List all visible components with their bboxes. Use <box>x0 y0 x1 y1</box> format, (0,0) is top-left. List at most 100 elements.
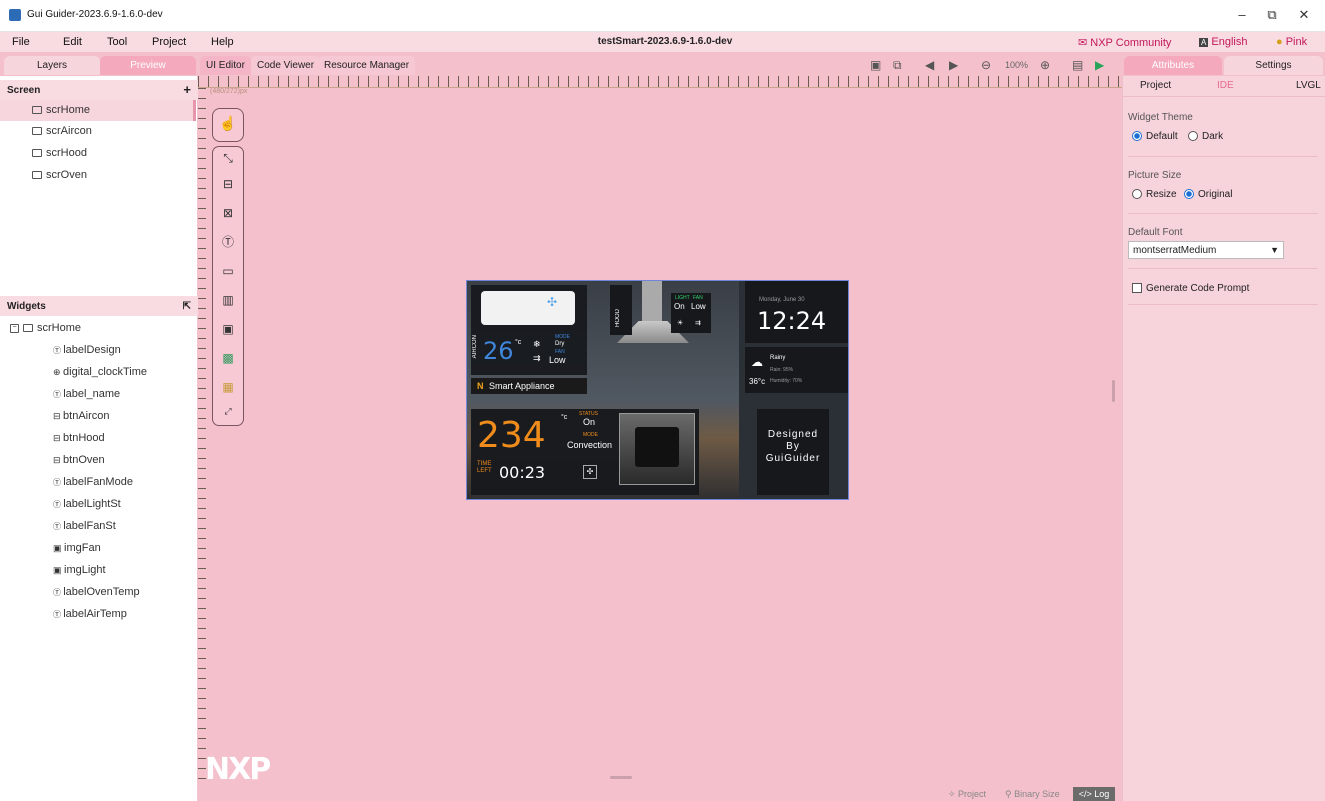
weather-panel <box>745 347 848 393</box>
brand-name: Smart Appliance <box>489 381 555 391</box>
screen-item-scrHome[interactable]: scrHome <box>0 100 196 121</box>
zoom-out-icon[interactable]: ⊖ <box>981 58 991 72</box>
subtab-project[interactable]: Project <box>1140 80 1171 91</box>
time-left: 00:23 <box>499 463 546 482</box>
screen-section-header: Screen + <box>0 80 198 100</box>
widget-item[interactable]: Ⓣ labelOvenTemp <box>53 582 140 603</box>
time-left-label: TIME LEFT <box>477 461 492 474</box>
binary-size-status[interactable]: ⚲ Binary Size <box>1005 789 1060 800</box>
widget-item[interactable]: ▣ imgFan <box>53 538 101 559</box>
widget-item[interactable]: ⊟ btnHood <box>53 428 105 449</box>
mode-title: MODE <box>583 432 598 438</box>
zoom-level: 100% <box>1005 60 1029 70</box>
label-widget-icon[interactable]: Ⓣ <box>219 233 237 251</box>
qrcode-widget-icon[interactable]: ▦ <box>219 378 237 396</box>
divider <box>1128 304 1318 305</box>
screen-item-scrAircon[interactable]: scrAircon <box>32 121 92 142</box>
size-original-radio[interactable]: Original <box>1184 189 1232 200</box>
run-icon[interactable]: ▶ <box>1095 58 1104 72</box>
close-icon[interactable]: ✕ <box>1294 7 1314 23</box>
tab-code-viewer[interactable]: Code Viewer <box>251 56 321 75</box>
minimize-icon[interactable]: – <box>1232 7 1252 22</box>
window-title: Gui Guider-2023.6.9-1.6.0-dev <box>27 9 163 20</box>
pointer-icon[interactable]: ☝ <box>219 114 237 132</box>
widget-theme-label: Widget Theme <box>1128 112 1193 123</box>
theme-dark-radio[interactable]: Dark <box>1188 131 1223 142</box>
widget-item[interactable]: ▣ imgLight <box>53 560 106 581</box>
device-screen[interactable]: ✣ AIRCON 26 °c ❄ MODE Dry ⇉ FAN Low HOOD… <box>466 280 849 500</box>
arc-widget-icon[interactable]: ▩ <box>219 349 237 367</box>
button-widget-icon[interactable]: ⊟ <box>219 175 237 193</box>
fan-icon: ✣ <box>547 295 558 309</box>
collapse-palette-icon[interactable]: ⤡ <box>219 149 237 167</box>
theme-button[interactable]: ● Pink <box>1276 36 1307 48</box>
widget-root-scrHome[interactable]: − scrHome <box>10 318 81 339</box>
widget-item[interactable]: Ⓣ labelFanSt <box>53 516 116 537</box>
widget-item[interactable]: Ⓣ labelFanMode <box>53 472 133 493</box>
default-font-select[interactable]: montserratMedium ▼ <box>1128 241 1284 259</box>
send-back-icon[interactable]: ⧉ <box>893 58 902 73</box>
widget-item[interactable]: Ⓣ label_name <box>53 384 120 405</box>
fan-title: FAN <box>693 295 703 301</box>
tab-preview[interactable]: Preview <box>100 56 196 75</box>
restore-icon[interactable]: ⧉ <box>1262 7 1282 23</box>
bring-front-icon[interactable]: ▣ <box>870 58 881 72</box>
fan-small-icon: ⇉ <box>695 320 701 327</box>
screen-icon <box>23 324 33 333</box>
menu-edit[interactable]: Edit <box>63 36 82 48</box>
widget-item[interactable]: ⊟ btnOven <box>53 450 105 471</box>
add-screen-button[interactable]: + <box>183 83 191 96</box>
zoom-in-icon[interactable]: ⊕ <box>1040 58 1050 72</box>
menu-project[interactable]: Project <box>152 36 186 48</box>
project-status[interactable]: ✧ Project <box>948 789 986 800</box>
widget-item[interactable]: ⊕ digital_clockTime <box>53 362 147 383</box>
tab-attributes[interactable]: Attributes <box>1124 56 1222 75</box>
nxp-mini-logo: N <box>477 381 484 391</box>
tab-settings[interactable]: Settings <box>1224 56 1323 75</box>
subtab-ide[interactable]: IDE <box>1217 80 1234 91</box>
menu-help[interactable]: Help <box>211 36 234 48</box>
widget-item[interactable]: Ⓣ labelAirTemp <box>53 604 127 625</box>
redo-icon[interactable]: ▶ <box>949 58 958 72</box>
undo-icon[interactable]: ◀ <box>925 58 934 72</box>
cloud-rain-icon: ☁ <box>751 355 763 369</box>
screen-item-scrOven[interactable]: scrOven <box>32 165 87 186</box>
tab-resource-manager[interactable]: Resource Manager <box>318 56 416 75</box>
hood-button[interactable] <box>610 285 632 335</box>
popout-icon[interactable]: ⇱ <box>183 301 191 312</box>
expand-palette-icon[interactable]: ⤢ <box>219 402 237 420</box>
bottom-resize-handle[interactable] <box>610 776 632 779</box>
label-icon: Ⓣ <box>53 500 64 509</box>
widget-item[interactable]: Ⓣ labelDesign <box>53 340 121 361</box>
image-button-widget-icon[interactable]: ⊠ <box>219 204 237 222</box>
divider <box>1128 213 1318 214</box>
size-resize-radio[interactable]: Resize <box>1132 189 1177 200</box>
language-button[interactable]: A English <box>1199 36 1247 48</box>
log-button[interactable]: </> Log <box>1073 787 1115 801</box>
tab-layers[interactable]: Layers <box>4 56 100 75</box>
community-link[interactable]: ✉ NXP Community <box>1078 36 1171 49</box>
theme-default-radio[interactable]: Default <box>1132 131 1178 142</box>
oven-mode: Convection <box>567 440 613 450</box>
container-widget-icon[interactable]: ▭ <box>219 262 237 280</box>
tab-ui-editor[interactable]: UI Editor <box>200 56 251 75</box>
widget-item[interactable]: Ⓣ labelLightSt <box>53 494 121 515</box>
menu-file[interactable]: File <box>12 36 30 48</box>
generate-prompt-checkbox[interactable]: Generate Code Prompt <box>1132 283 1249 294</box>
guider-line: GuiGuider <box>765 453 821 464</box>
radio-selected-icon <box>1132 131 1142 142</box>
properties-panel <box>1122 76 1325 801</box>
subtab-lvgl[interactable]: LVGL <box>1296 80 1321 91</box>
collapse-icon[interactable]: − <box>10 323 19 333</box>
wind-icon: ⇉ <box>533 353 541 363</box>
humidity-label: Humidity: 70% <box>770 378 803 384</box>
image-widget-icon[interactable]: ▣ <box>219 320 237 338</box>
menu-tool[interactable]: Tool <box>107 36 127 48</box>
divider <box>1128 156 1318 157</box>
widget-item[interactable]: ⊟ btnAircon <box>53 406 110 427</box>
chart-widget-icon[interactable]: ▥ <box>219 291 237 309</box>
export-icon[interactable]: ▤ <box>1072 58 1083 72</box>
screen-item-scrHood[interactable]: scrHood <box>32 143 87 164</box>
label-icon: Ⓣ <box>53 610 64 619</box>
panel-resize-handle[interactable] <box>1112 380 1115 402</box>
